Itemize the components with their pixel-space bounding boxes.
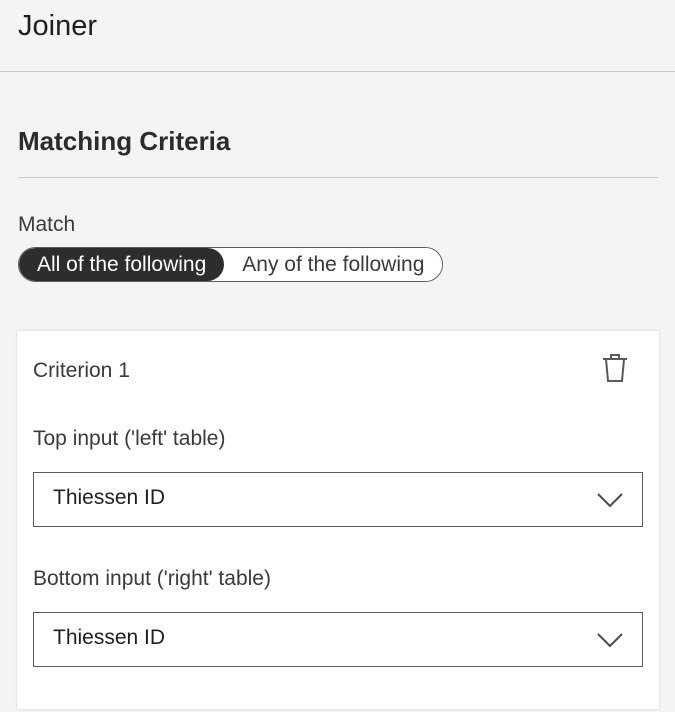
- panel-header: Joiner: [0, 0, 675, 72]
- chevron-down-icon: [597, 493, 623, 508]
- panel-title: Joiner: [18, 10, 97, 42]
- top-input-label: Top input ('left' table): [33, 427, 226, 450]
- bottom-input-value: Thiessen ID: [53, 626, 166, 649]
- match-mode-toggle: All of the following Any of the followin…: [18, 247, 444, 282]
- criterion-title: Criterion 1: [33, 359, 130, 382]
- bottom-input-select[interactable]: Thiessen ID: [33, 612, 643, 667]
- top-input-select[interactable]: Thiessen ID: [33, 472, 643, 527]
- section-title: Matching Criteria: [18, 126, 231, 156]
- matching-criteria-section: Matching Criteria Match All of the follo…: [18, 72, 658, 282]
- match-any-option[interactable]: Any of the following: [224, 248, 443, 281]
- criterion-card: Criterion 1 Top input ('left' table) Thi…: [17, 331, 659, 709]
- chevron-down-icon: [597, 633, 623, 648]
- section-divider: [18, 177, 658, 178]
- trash-icon[interactable]: [600, 351, 630, 383]
- bottom-input-label: Bottom input ('right' table): [33, 567, 271, 590]
- match-all-option[interactable]: All of the following: [19, 248, 225, 281]
- top-input-value: Thiessen ID: [53, 486, 166, 509]
- match-label: Match: [18, 213, 76, 236]
